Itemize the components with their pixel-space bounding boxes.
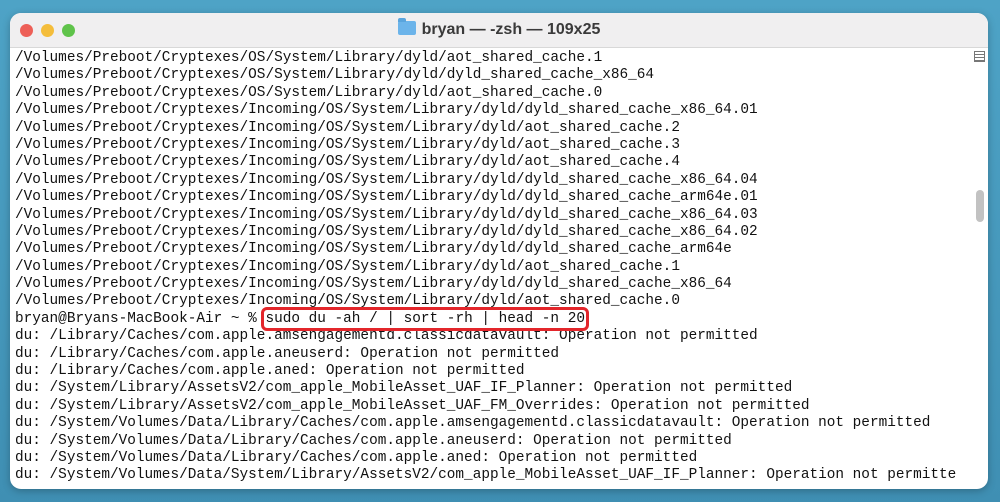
output-line: du: /System/Volumes/Data/Library/Caches/… xyxy=(15,449,698,466)
output-line: /Volumes/Preboot/Cryptexes/Incoming/OS/S… xyxy=(15,136,680,153)
output-line: /Volumes/Preboot/Cryptexes/OS/System/Lib… xyxy=(15,67,655,84)
output-line: /Volumes/Preboot/Cryptexes/Incoming/OS/S… xyxy=(15,119,680,136)
prompt-line: bryan@Bryans-MacBook-Air ~ % sudo du -ah… xyxy=(15,306,956,331)
output-line: du: /Library/Caches/com.apple.aneuserd: … xyxy=(15,345,560,362)
title-bar: bryan — -zsh — 109x25 xyxy=(10,13,988,48)
output-line: /Volumes/Preboot/Cryptexes/Incoming/OS/S… xyxy=(15,102,758,119)
output-line: du: /Library/Caches/com.apple.aned: Oper… xyxy=(15,363,525,380)
folder-icon xyxy=(397,18,416,35)
highlighted-command: sudo du -ah / | sort -rh | head -n 20 xyxy=(261,306,589,331)
terminal-window: bryan — -zsh — 109x25 /Volumes/Preboot/C… xyxy=(10,13,988,489)
prompt: bryan@Bryans-MacBook-Air ~ % xyxy=(15,310,266,327)
list-icon[interactable] xyxy=(974,51,985,62)
window-title: bryan — -zsh — 109x25 xyxy=(10,18,988,39)
scrollbar-thumb[interactable] xyxy=(976,190,984,222)
terminal-output[interactable]: /Volumes/Preboot/Cryptexes/OS/System/Lib… xyxy=(15,50,956,485)
output-line: /Volumes/Preboot/Cryptexes/Incoming/OS/S… xyxy=(15,206,758,223)
window-title-text: bryan — -zsh — 109x25 xyxy=(421,21,601,38)
output-line: /Volumes/Preboot/Cryptexes/OS/System/Lib… xyxy=(15,84,603,101)
output-line: /Volumes/Preboot/Cryptexes/Incoming/OS/S… xyxy=(15,223,758,240)
output-line: /Volumes/Preboot/Cryptexes/Incoming/OS/S… xyxy=(15,154,680,171)
output-line: /Volumes/Preboot/Cryptexes/Incoming/OS/S… xyxy=(15,293,680,310)
output-line: /Volumes/Preboot/Cryptexes/Incoming/OS/S… xyxy=(15,241,732,258)
output-line: /Volumes/Preboot/Cryptexes/Incoming/OS/S… xyxy=(15,258,680,275)
output-line: du: /System/Volumes/Data/System/Library/… xyxy=(15,467,957,484)
output-line: du: /System/Volumes/Data/Library/Caches/… xyxy=(15,415,931,432)
output-line: du: /System/Library/AssetsV2/com_apple_M… xyxy=(15,397,810,414)
output-line: du: /Library/Caches/com.apple.amsengagem… xyxy=(15,328,758,345)
scrollbar[interactable] xyxy=(973,49,985,486)
output-line: du: /System/Volumes/Data/Library/Caches/… xyxy=(15,432,732,449)
output-line: /Volumes/Preboot/Cryptexes/OS/System/Lib… xyxy=(15,50,603,66)
output-line: /Volumes/Preboot/Cryptexes/Incoming/OS/S… xyxy=(15,171,758,188)
output-line: /Volumes/Preboot/Cryptexes/Incoming/OS/S… xyxy=(15,276,732,293)
output-line: du: /System/Library/AssetsV2/com_apple_M… xyxy=(15,380,793,397)
output-line: /Volumes/Preboot/Cryptexes/Incoming/OS/S… xyxy=(15,189,758,206)
